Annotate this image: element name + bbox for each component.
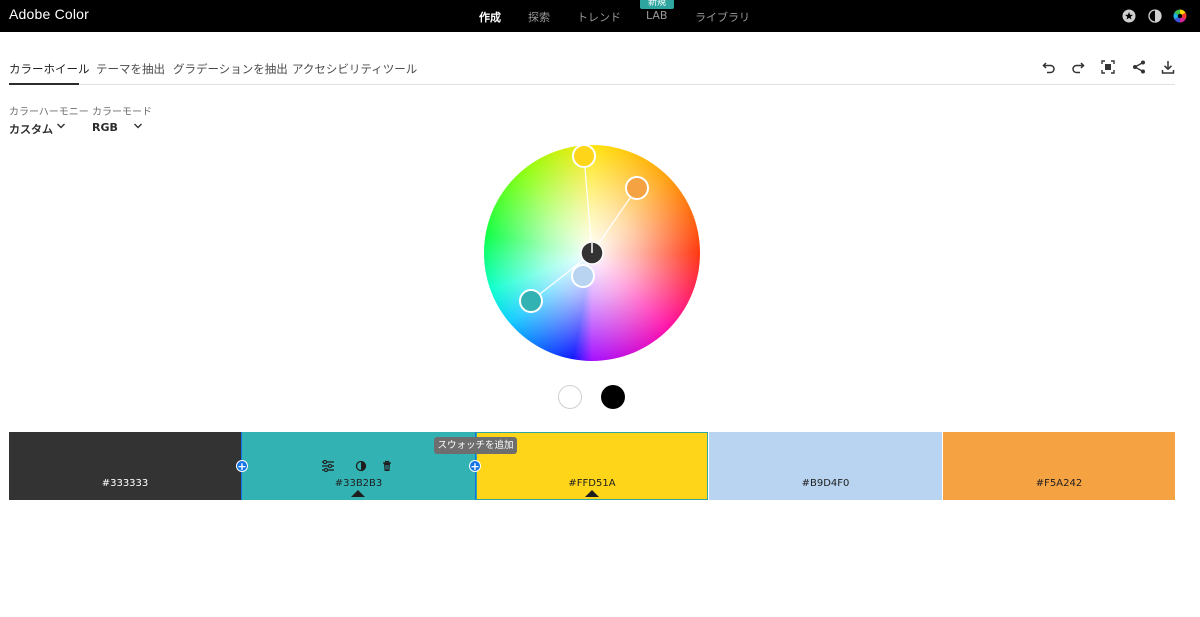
trash-icon[interactable] xyxy=(380,459,394,473)
fullscreen-icon[interactable] xyxy=(1100,59,1116,75)
tab-extract-gradient[interactable]: グラデーションを抽出 xyxy=(173,61,288,77)
nav-create[interactable]: 作成 xyxy=(479,9,501,25)
swatch-hex[interactable]: #F5A242 xyxy=(943,478,1175,489)
white-swatch-button[interactable] xyxy=(558,385,582,409)
undo-icon[interactable] xyxy=(1041,59,1057,75)
tab-bar: カラーホイール テーマを抽出 グラデーションを抽出 アクセシビリティツール xyxy=(0,32,1200,85)
harmony-label: カラーハーモニー xyxy=(9,107,89,118)
adjust-sliders-icon[interactable] xyxy=(320,459,336,473)
swatch-hex[interactable]: #B9D4F0 xyxy=(709,478,942,489)
black-swatch-button[interactable] xyxy=(601,385,625,409)
swatch-hex[interactable]: #FFD51A xyxy=(476,478,708,489)
color-wheel-logo-icon[interactable] xyxy=(1173,9,1187,23)
share-icon[interactable] xyxy=(1131,59,1147,75)
nav-lab[interactable]: LAB xyxy=(646,9,667,22)
swatch-hex[interactable]: #33B2B3 xyxy=(242,478,475,489)
swatch-indicator-triangle xyxy=(351,490,365,497)
active-tab-indicator xyxy=(9,83,79,85)
add-swatch-button[interactable]: + xyxy=(236,460,248,472)
tab-extract-theme[interactable]: テーマを抽出 xyxy=(96,61,165,77)
app-title[interactable]: Adobe Color xyxy=(9,6,89,22)
wheel-handle-yellow[interactable] xyxy=(572,144,596,168)
nav-library[interactable]: ライブラリ xyxy=(695,9,750,25)
swatch-hex[interactable]: #333333 xyxy=(9,478,241,489)
tabs-divider xyxy=(9,84,1175,85)
color-mode-label: カラーモード xyxy=(92,107,152,118)
tab-accessibility-tools[interactable]: アクセシビリティツール xyxy=(292,61,417,77)
nav-explore[interactable]: 探索 xyxy=(528,9,550,25)
swatch-5[interactable]: #F5A242 xyxy=(943,432,1175,500)
nav-trends[interactable]: トレンド xyxy=(577,9,621,25)
star-icon[interactable] xyxy=(1122,9,1136,23)
wheel-handle-teal[interactable] xyxy=(519,289,543,313)
download-icon[interactable] xyxy=(1160,59,1176,75)
contrast-icon[interactable] xyxy=(1148,9,1162,23)
add-swatch-tooltip: スウォッチを追加 xyxy=(434,437,517,454)
contrast-toggle-icon[interactable] xyxy=(354,459,368,473)
chevron-down-icon[interactable] xyxy=(56,121,66,131)
swatch-4[interactable]: #B9D4F0 xyxy=(709,432,942,500)
redo-icon[interactable] xyxy=(1070,59,1086,75)
swatch-strip: #333333 #33B2B3 #FFD51A #B9D4F0 #F5A242 xyxy=(9,432,1175,500)
harmony-dropdown[interactable]: カスタム xyxy=(9,121,53,137)
tab-color-wheel[interactable]: カラーホイール xyxy=(9,61,90,77)
top-navigation-bar: Adobe Color 作成 探索 トレンド 新規 LAB ライブラリ xyxy=(0,0,1200,32)
swatch-1[interactable]: #333333 xyxy=(9,432,241,500)
color-wheel-markers xyxy=(519,144,649,313)
wheel-handle-lightblue[interactable] xyxy=(571,264,595,288)
wheel-handle-orange[interactable] xyxy=(625,176,649,200)
color-mode-dropdown[interactable]: RGB xyxy=(92,121,118,134)
base-color-indicator-triangle xyxy=(585,490,599,497)
add-swatch-button[interactable]: + xyxy=(469,460,481,472)
chevron-down-icon[interactable] xyxy=(133,121,143,131)
new-badge: 新規 xyxy=(640,0,674,9)
